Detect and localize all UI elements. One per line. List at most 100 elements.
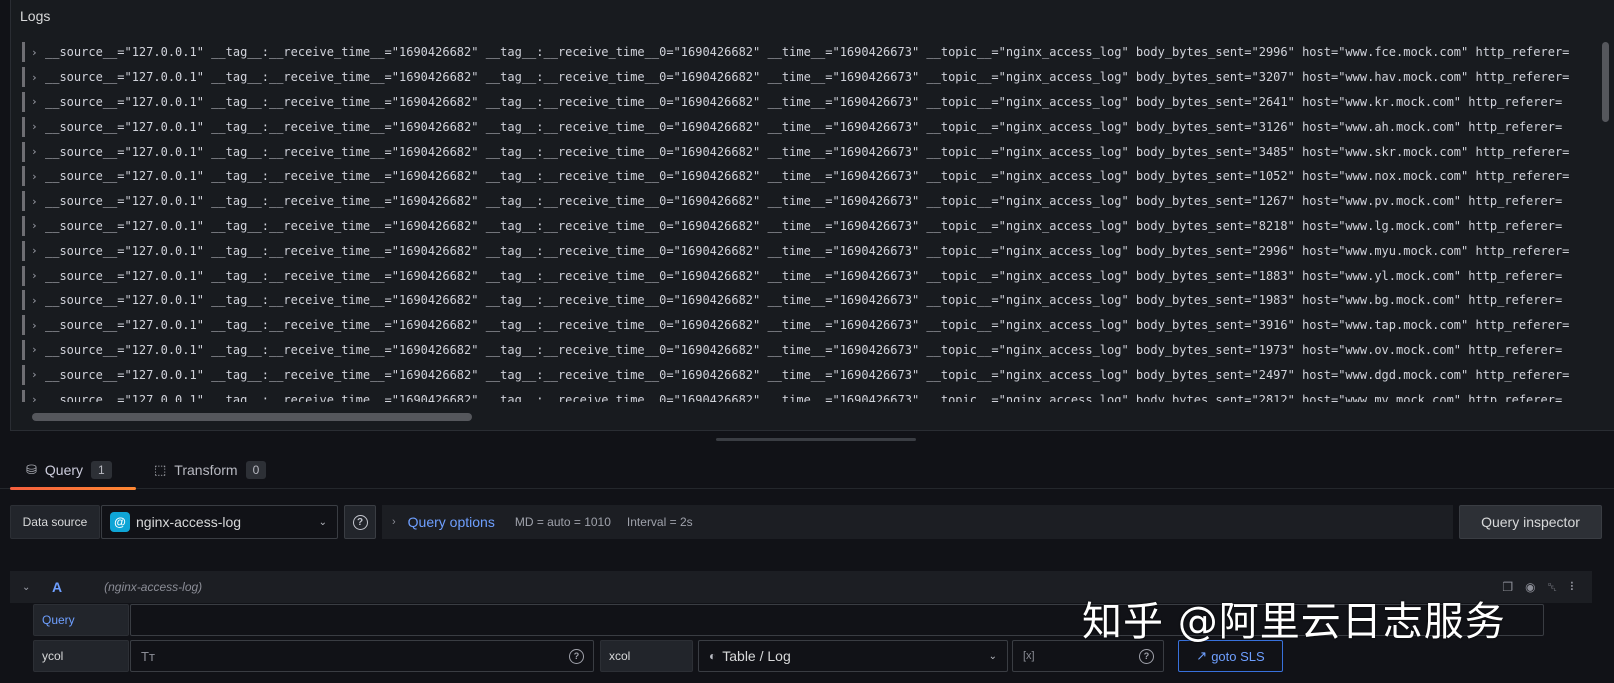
log-line-text: __source__="127.0.0.1" __tag__:__receive… [45, 144, 1570, 159]
chevron-right-icon[interactable]: › [31, 145, 41, 158]
tab-query[interactable]: ⛁ Query 1 [10, 451, 136, 490]
log-row[interactable]: › __source__="127.0.0.1" __tag__:__receiv… [22, 362, 1602, 387]
log-line-text: __source__="127.0.0.1" __tag__:__receive… [45, 119, 1563, 134]
log-row[interactable]: › __source__="127.0.0.1" __tag__:__receiv… [22, 214, 1602, 239]
log-level-indicator [22, 389, 25, 402]
tab-transform-label: Transform [174, 462, 238, 478]
drag-handle-icon[interactable]: ⠇ [1569, 580, 1578, 595]
tab-transform-count: 0 [245, 461, 267, 479]
chevron-right-icon[interactable]: › [31, 71, 41, 84]
log-row[interactable]: › __source__="127.0.0.1" __tag__:__receiv… [22, 238, 1602, 263]
query-inspector-button[interactable]: Query inspector [1459, 505, 1602, 539]
ycol-input[interactable]: Tт ? [130, 640, 594, 672]
chevron-right-icon[interactable]: › [31, 95, 41, 108]
log-row[interactable]: › __source__="127.0.0.1" __tag__:__receiv… [22, 338, 1602, 363]
query-ref-id[interactable]: A [52, 579, 62, 595]
chevron-right-icon: › [392, 516, 396, 528]
log-row[interactable]: › __source__="127.0.0.1" __tag__:__receiv… [22, 288, 1602, 313]
text-type-icon: Tт [141, 648, 155, 664]
horizontal-scrollbar[interactable] [32, 413, 472, 421]
log-line-text: __source__="127.0.0.1" __tag__:__receive… [45, 94, 1563, 109]
xcol-selected: Table / Log [722, 648, 791, 664]
panel-resize-handle[interactable] [716, 438, 916, 441]
log-line-text: __source__="127.0.0.1" __tag__:__receive… [45, 70, 1570, 85]
log-line-text: __source__="127.0.0.1" __tag__:__receive… [45, 218, 1563, 233]
xcol-label: xcol [600, 640, 693, 672]
chevron-right-icon[interactable]: › [31, 368, 41, 381]
variable-icon: [x] [1023, 650, 1035, 662]
tab-query-count: 1 [91, 461, 112, 479]
log-level-indicator [22, 364, 25, 385]
log-line-text: __source__="127.0.0.1" __tag__:__receive… [45, 169, 1570, 184]
query-options-title: Query options [407, 514, 495, 530]
log-row[interactable]: › __source__="127.0.0.1" __tag__:__receiv… [22, 263, 1602, 288]
chevron-right-icon[interactable]: › [31, 294, 41, 307]
chevron-right-icon[interactable]: › [31, 269, 41, 282]
external-link-icon: ↗ [1196, 648, 1208, 663]
chevron-right-icon[interactable]: › [31, 343, 41, 356]
goto-sls-label: goto SLS [1211, 648, 1265, 664]
database-icon: ⛁ [26, 462, 37, 477]
chevron-right-icon[interactable]: › [31, 46, 41, 59]
trash-icon[interactable]: ␡ [1548, 580, 1558, 595]
log-level-indicator [22, 215, 25, 236]
question-icon[interactable]: ? [1139, 648, 1154, 664]
query-row-actions: ❐ ◉ ␡ ⠇ [1502, 580, 1578, 595]
tab-query-label: Query [44, 462, 84, 478]
chevron-right-icon[interactable]: › [31, 195, 41, 208]
log-row[interactable]: › __source__="127.0.0.1" __tag__:__receiv… [22, 114, 1602, 139]
log-line-text: __source__="127.0.0.1" __tag__:__receive… [45, 367, 1570, 382]
datasource-label: Data source [10, 505, 100, 539]
log-line-text: __source__="127.0.0.1" __tag__:__receive… [45, 194, 1563, 209]
xcol-select[interactable]: ◐ Table / Log ⌄ [698, 640, 1008, 672]
chevron-right-icon[interactable]: › [31, 244, 41, 257]
vertical-scrollbar[interactable] [1602, 42, 1609, 122]
chevron-right-icon[interactable]: › [31, 393, 41, 402]
log-row[interactable]: › __source__="127.0.0.1" __tag__:__receiv… [22, 164, 1602, 189]
log-level-indicator [22, 67, 25, 88]
panel-title: Logs [20, 8, 51, 24]
sls-logo-icon: @ [110, 512, 130, 532]
log-level-indicator [22, 290, 25, 311]
chevron-right-icon[interactable]: › [31, 120, 41, 133]
log-level-indicator [22, 141, 25, 162]
palette-icon: ◐ [709, 649, 717, 663]
log-row[interactable]: › __source__="127.0.0.1" __tag__:__receiv… [22, 90, 1602, 115]
log-list: › __source__="127.0.0.1" __tag__:__receiv… [22, 40, 1602, 402]
question-icon[interactable]: ? [569, 648, 584, 664]
log-level-indicator [22, 240, 25, 261]
log-line-text: __source__="127.0.0.1" __tag__:__receive… [45, 243, 1570, 258]
datasource-help-button[interactable]: ? [344, 505, 376, 539]
chevron-right-icon[interactable]: › [31, 219, 41, 232]
watermark: 知乎 @阿里云日志服务 [1082, 599, 1506, 645]
chevron-down-icon: ⌄ [988, 650, 997, 662]
log-level-indicator [22, 315, 25, 336]
tab-transform[interactable]: ⬚ Transform 0 [152, 451, 267, 489]
log-row[interactable]: › __source__="127.0.0.1" __tag__:__receiv… [22, 65, 1602, 90]
log-line-text: __source__="127.0.0.1" __tag__:__receive… [45, 293, 1563, 308]
datasource-select[interactable]: @ nginx-access-log ⌄ [101, 505, 338, 539]
log-row[interactable]: › __source__="127.0.0.1" __tag__:__receiv… [22, 40, 1602, 65]
log-level-indicator [22, 42, 25, 63]
ycol-label: ycol [33, 640, 129, 672]
log-row[interactable]: › __source__="127.0.0.1" __tag__:__receiv… [22, 139, 1602, 164]
editor-tabs: ⛁ Query 1 ⬚ Transform 0 [0, 451, 1614, 490]
log-level-indicator [22, 116, 25, 137]
log-line-text: __source__="127.0.0.1" __tag__:__receive… [45, 392, 1563, 402]
log-level-indicator [22, 191, 25, 212]
log-row[interactable]: › __source__="127.0.0.1" __tag__:__receiv… [22, 313, 1602, 338]
query-datasource-name: (nginx-access-log) [104, 580, 203, 594]
log-level-indicator [22, 265, 25, 286]
chevron-right-icon[interactable]: › [31, 170, 41, 183]
log-line-text: __source__="127.0.0.1" __tag__:__receive… [45, 342, 1563, 357]
chevron-right-icon[interactable]: › [31, 319, 41, 332]
collapse-chevron-icon[interactable]: ⌄ [22, 582, 36, 593]
eye-icon[interactable]: ◉ [1525, 580, 1535, 595]
chevron-down-icon: ⌄ [318, 516, 327, 528]
query-options-md: MD = auto = 1010 [514, 515, 611, 529]
log-row[interactable]: › __source__="127.0.0.1" __tag__:__receiv… [22, 189, 1602, 214]
query-field-label: Query [33, 604, 129, 636]
log-row[interactable]: › __source__="127.0.0.1" __tag__:__receiv… [22, 387, 1602, 402]
query-options-toggle[interactable]: › Query options MD = auto = 1010 Interva… [382, 505, 1453, 539]
datasource-row: Data source @ nginx-access-log ⌄ ? › Que… [10, 505, 1614, 539]
